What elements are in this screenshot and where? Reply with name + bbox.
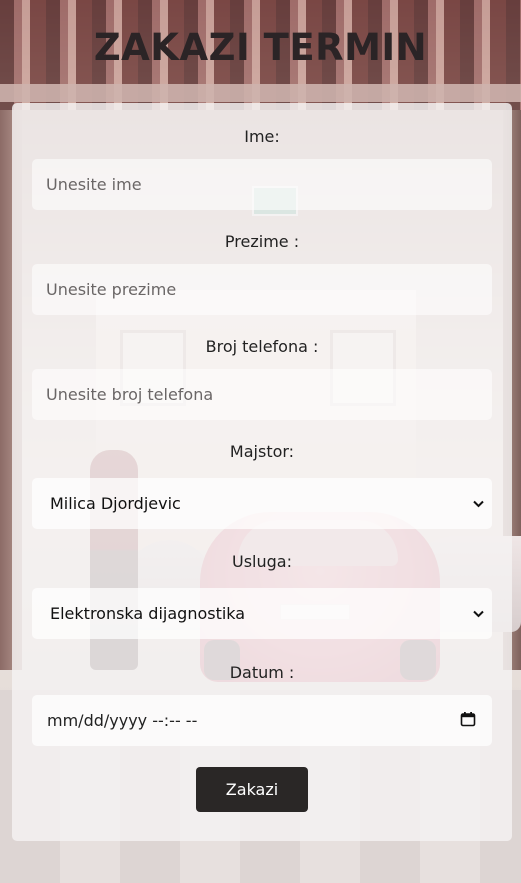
first-name-input[interactable] <box>32 159 492 210</box>
mechanic-label: Majstor: <box>229 442 295 461</box>
phone-input[interactable] <box>32 369 492 420</box>
ceiling-beam <box>0 84 521 102</box>
last-name-label: Prezime : <box>224 232 300 251</box>
phone-label: Broj telefona : <box>205 337 319 356</box>
service-label: Usluga: <box>232 552 292 571</box>
date-input[interactable]: mm/dd/yyyy --:-- -- <box>32 695 492 746</box>
service-select[interactable]: Elektronska dijagnostika <box>32 588 492 639</box>
chevron-down-icon <box>472 498 484 510</box>
date-placeholder: mm/dd/yyyy --:-- -- <box>47 711 198 730</box>
submit-button[interactable]: Zakazi <box>196 767 308 812</box>
mechanic-select[interactable]: Milica Djordjevic <box>32 478 492 529</box>
chevron-down-icon <box>472 608 484 620</box>
date-label: Datum : <box>229 663 295 682</box>
mechanic-selected-value: Milica Djordjevic <box>50 494 181 513</box>
page-title: ZAKAZI TERMIN <box>93 26 428 69</box>
booking-form: Ime: Prezime : Broj telefona : Majstor: … <box>12 103 512 841</box>
service-selected-value: Elektronska dijagnostika <box>50 604 246 623</box>
calendar-icon[interactable] <box>460 711 476 731</box>
first-name-label: Ime: <box>244 127 280 146</box>
last-name-input[interactable] <box>32 264 492 315</box>
